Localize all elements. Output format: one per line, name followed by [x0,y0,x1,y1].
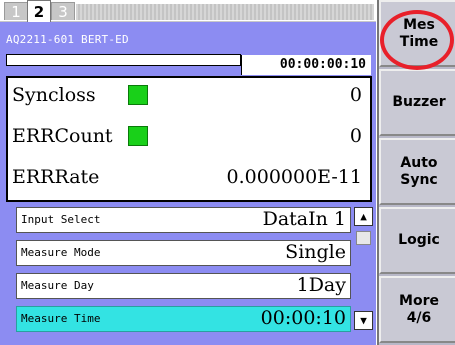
softkey-auto-sync[interactable]: Auto Sync [379,138,455,205]
softkey-column: Mes Time Buzzer Auto Sync Logic More 4/6 [377,0,455,345]
setting-value: DataIn 1 [262,208,346,230]
softkey-logic[interactable]: Logic [379,207,455,274]
tab-1[interactable]: 1 [4,2,28,21]
syncloss-label: Syncloss [12,84,96,106]
tab-strip: 1 2 3 [0,0,376,22]
softkey-buzzer[interactable]: Buzzer [379,69,455,136]
device-name: AQ2211-601 BERT-ED [6,33,129,46]
errcount-indicator [128,126,148,146]
setting-measure-mode[interactable]: Measure Mode Single [16,240,351,266]
tab-strip-fill [76,4,374,20]
setting-label: Measure Day [21,279,94,292]
softkey-mes-time[interactable]: Mes Time [379,0,455,67]
results-panel: Syncloss 0 ERRCount 0 ERRRate 0.000000E-… [6,76,372,202]
syncloss-indicator [128,85,148,105]
settings-list: Input Select DataIn 1 Measure Mode Singl… [16,207,351,332]
scroll-thumb[interactable] [356,231,371,245]
errcount-value: 0 [349,125,362,147]
errcount-label: ERRCount [12,125,113,147]
errrate-label: ERRRate [12,166,100,188]
measurement-progress-bar [6,54,241,66]
settings-scrollbar[interactable]: ▲ ▼ [354,207,373,332]
setting-label: Measure Time [21,312,101,325]
tab-2[interactable]: 2 [27,0,51,22]
setting-value: 00:00:10 [260,307,346,329]
scroll-down-icon[interactable]: ▼ [354,311,373,330]
setting-input-select[interactable]: Input Select DataIn 1 [16,207,351,233]
setting-label: Input Select [21,213,101,226]
setting-label: Measure Mode [21,246,101,259]
syncloss-value: 0 [349,84,362,106]
setting-measure-day[interactable]: Measure Day 1Day [16,273,351,299]
scroll-up-icon[interactable]: ▲ [354,207,373,226]
softkey-more[interactable]: More 4/6 [379,276,455,343]
errrate-value: 0.000000E-11 [226,166,362,188]
elapsed-time: 00:00:00:10 [241,55,371,75]
setting-value: 1Day [296,274,346,296]
setting-value: Single [285,241,346,263]
tab-3[interactable]: 3 [51,2,75,21]
setting-measure-time[interactable]: Measure Time 00:00:10 [16,306,351,332]
